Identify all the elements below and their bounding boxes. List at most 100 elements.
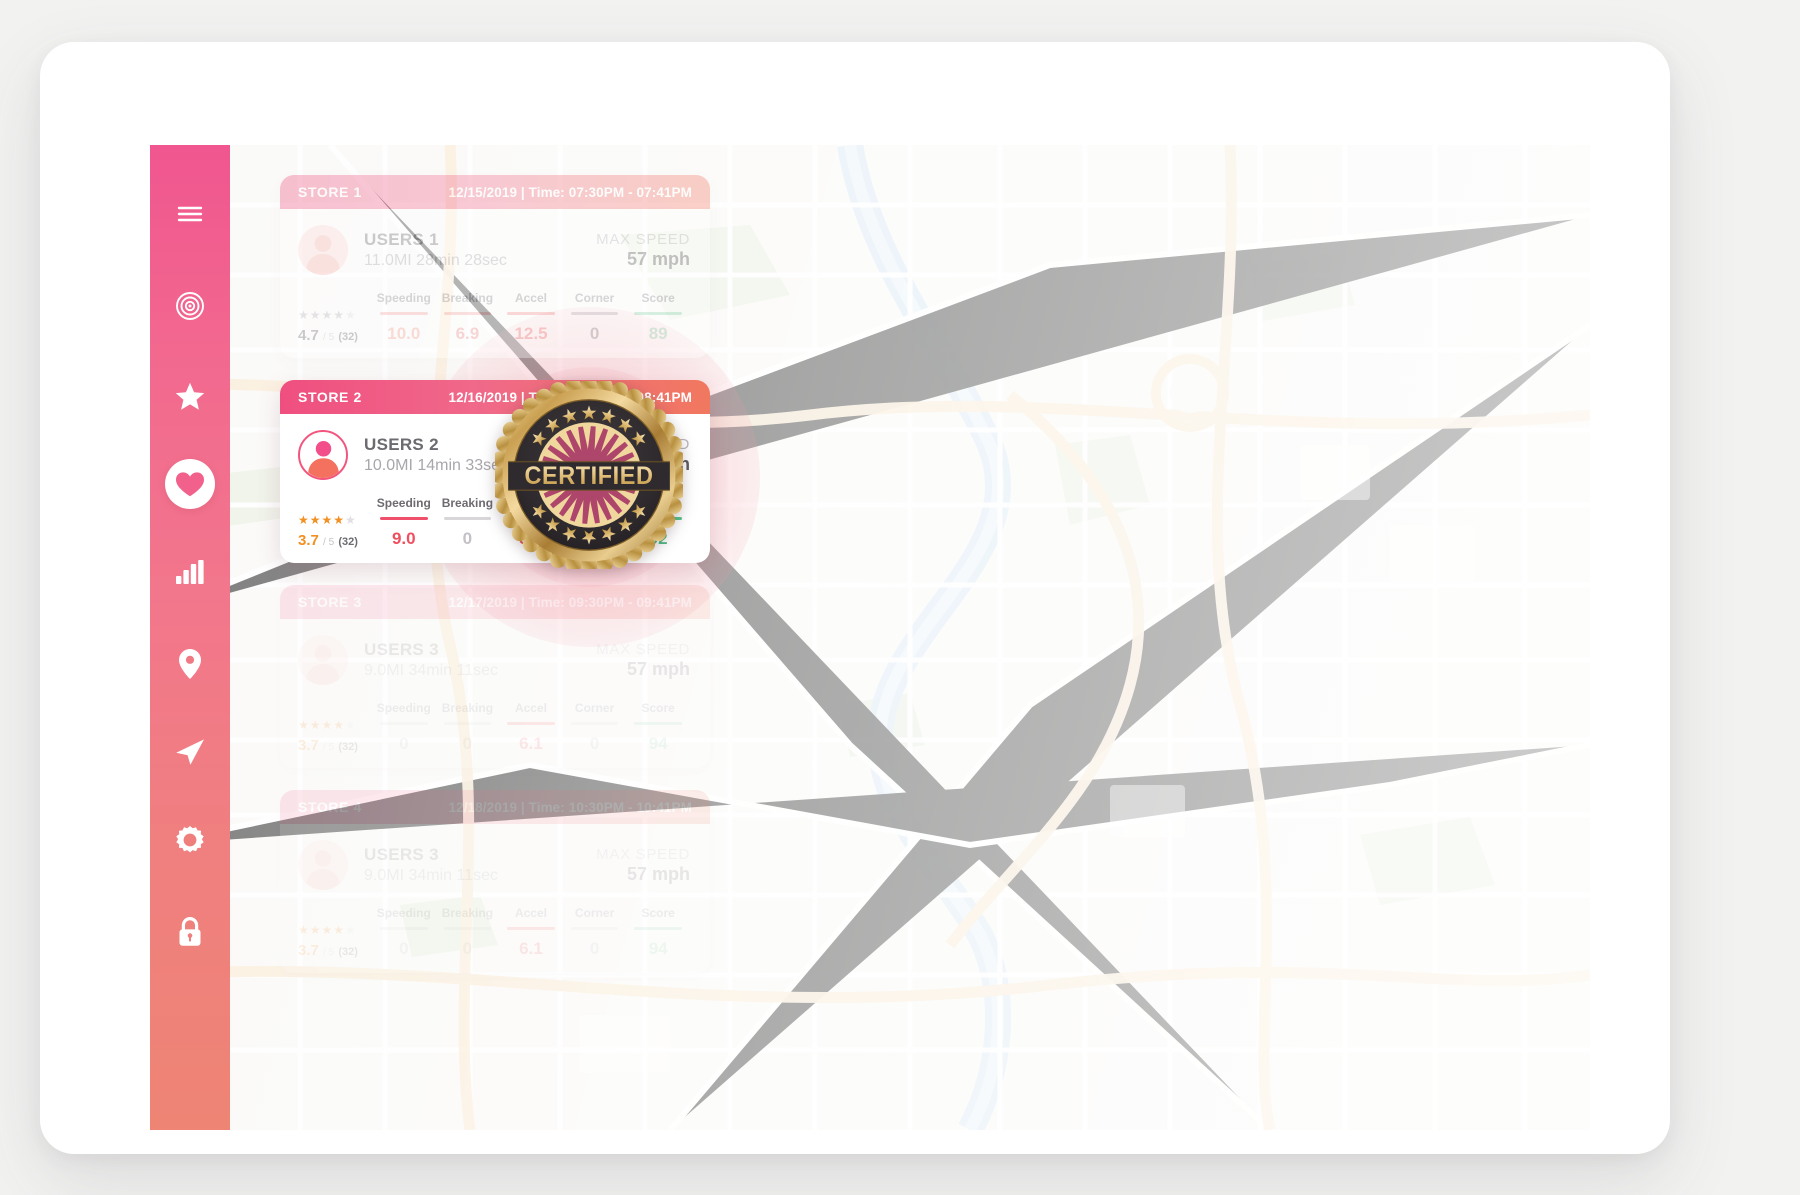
avatar <box>298 430 348 480</box>
star-rating-icon: ★★★★★ <box>298 718 357 732</box>
max-speed-block: MAX SPEED 57 mph <box>596 641 690 680</box>
trip-datetime: 12/15/2019 | Time: 07:30PM - 07:41PM <box>448 184 692 200</box>
metric-bar <box>380 722 428 725</box>
store-label: STORE 1 <box>298 184 362 200</box>
gear-icon <box>176 826 204 854</box>
metric-value: 6.1 <box>519 939 543 958</box>
rating-block: ★★★★★ 3.7 / 5 (32) <box>298 514 372 549</box>
metric-speeding: Speeding 10.0 <box>372 291 436 344</box>
trip-card[interactable]: STORE 3 12/17/2019 | Time: 09:30PM - 09:… <box>280 585 710 768</box>
max-speed-value: 57 mph <box>626 248 690 269</box>
rating-number: 3.7 <box>298 532 319 549</box>
sidebar-item-settings[interactable] <box>150 801 230 879</box>
metric-bar <box>443 927 492 930</box>
metric-label: Speeding <box>376 291 431 305</box>
metric-value: 0 <box>462 939 473 958</box>
metric-bar <box>380 927 428 930</box>
sidebar-item-locations[interactable] <box>150 625 230 703</box>
rating-out-of: / 5 <box>323 947 335 958</box>
metric-label: Speeding <box>376 496 431 510</box>
card-body: USERS 3 9.0MI 34min 11sec MAX SPEED 57 m… <box>280 824 710 973</box>
user-name: USERS 3 <box>364 845 439 864</box>
metric-bar <box>634 927 682 930</box>
rating-block: ★★★★★ 4.7 / 5 (32) <box>298 309 372 344</box>
user-info: USERS 3 9.0MI 34min 11sec <box>364 845 498 885</box>
rating-value: 3.7 / 5 (32) <box>298 737 372 754</box>
certified-badge: CERTIFIED <box>490 376 688 574</box>
metric-score: Score 94 <box>626 906 690 959</box>
trip-card[interactable]: STORE 4 12/18/2019 | Time: 10:30PM - 10:… <box>280 790 710 973</box>
star-rating-icon: ★★★★★ <box>298 513 357 527</box>
trip-datetime: 12/17/2019 | Time: 09:30PM - 09:41PM <box>448 594 692 610</box>
rating-out-of: / 5 <box>323 537 335 548</box>
rating-number: 4.7 <box>298 327 319 344</box>
metric-accel: Accel 6.1 <box>499 906 563 959</box>
card-summary-row: USERS 3 9.0MI 34min 11sec MAX SPEED 57 m… <box>298 635 690 685</box>
user-name: USERS 2 <box>364 435 439 454</box>
rating-number: 3.7 <box>298 737 319 754</box>
rating-block: ★★★★★ 3.7 / 5 (32) <box>298 924 372 959</box>
metric-bar <box>507 312 555 315</box>
metric-label: Accel <box>514 701 547 715</box>
sidebar-item-target[interactable] <box>150 267 230 345</box>
card-header: STORE 1 12/15/2019 | Time: 07:30PM - 07:… <box>280 175 710 209</box>
user-name: USERS 3 <box>364 640 439 659</box>
metric-speeding: Speeding 0 <box>372 906 436 959</box>
rating-number: 3.7 <box>298 942 319 959</box>
metric-label: Accel <box>514 906 547 920</box>
store-label: STORE 2 <box>298 389 362 405</box>
sidebar-item-favorites[interactable] <box>150 357 230 435</box>
metric-value: 0 <box>589 734 600 753</box>
metric-label: Speeding <box>376 906 431 920</box>
sidebar-item-navigate[interactable] <box>150 713 230 791</box>
metric-bar <box>570 927 619 930</box>
card-summary-row: USERS 1 11.0MI 28min 28sec MAX SPEED 57 … <box>298 225 690 275</box>
metric-speeding: Speeding 9.0 <box>372 496 436 549</box>
metric-value: 9.0 <box>391 529 416 548</box>
rating-count: (32) <box>338 536 358 548</box>
star-rating-icon: ★★★★★ <box>298 923 357 937</box>
sidebar-item-security[interactable] <box>150 893 230 971</box>
metric-bar <box>443 312 492 315</box>
trip-distance-duration: 9.0MI 34min 11sec <box>364 867 498 884</box>
metric-label: Corner <box>574 906 615 920</box>
sidebar-navigation <box>150 145 230 1130</box>
card-body: USERS 1 11.0MI 28min 28sec MAX SPEED 57 … <box>280 209 710 358</box>
max-speed-value: 57 mph <box>626 863 690 884</box>
user-info: USERS 1 11.0MI 28min 28sec <box>364 230 507 270</box>
metric-value: 0 <box>462 734 473 753</box>
rating-count: (32) <box>338 331 358 343</box>
user-name: USERS 1 <box>364 230 439 249</box>
store-label: STORE 4 <box>298 799 362 815</box>
trip-distance-duration: 9.0MI 34min 11sec <box>364 662 498 679</box>
metric-corner: Corner 0 <box>563 291 627 344</box>
sidebar-item-likes[interactable] <box>150 445 230 523</box>
card-header: STORE 4 12/18/2019 | Time: 10:30PM - 10:… <box>280 790 710 824</box>
metric-accel: Accel 6.1 <box>499 701 563 754</box>
max-speed-label: MAX SPEED <box>596 845 690 863</box>
device-frame: STORE 1 12/15/2019 | Time: 07:30PM - 07:… <box>40 42 1670 1154</box>
trip-card[interactable]: STORE 1 12/15/2019 | Time: 07:30PM - 07:… <box>280 175 710 358</box>
hamburger-menu-icon <box>177 205 203 223</box>
card-metrics-row: ★★★★★ 3.7 / 5 (32) Speeding 0 Breaking 0… <box>298 906 690 959</box>
metric-value: 0 <box>462 529 473 548</box>
sidebar-item-statistics[interactable] <box>150 533 230 611</box>
trip-distance-duration: 11.0MI 28min 28sec <box>364 252 507 269</box>
metric-value: 6.1 <box>519 734 543 753</box>
metric-value: 0 <box>589 939 600 958</box>
max-speed-block: MAX SPEED 57 mph <box>596 231 690 270</box>
metric-bar <box>570 312 619 315</box>
sidebar-item-menu[interactable] <box>150 175 230 253</box>
metric-breaking: Breaking 0 <box>436 906 500 959</box>
bar-chart-icon <box>176 560 204 584</box>
metric-label: Corner <box>574 291 615 305</box>
metric-bar <box>380 517 428 520</box>
metric-label: Score <box>641 701 675 715</box>
metric-label: Score <box>641 291 675 305</box>
metric-value: 0 <box>399 734 409 753</box>
metric-bar <box>634 312 682 315</box>
metric-label: Corner <box>574 701 615 715</box>
metric-bar <box>507 722 555 725</box>
card-metrics-row: ★★★★★ 4.7 / 5 (32) Speeding 10.0 Breakin… <box>298 291 690 344</box>
metric-score: Score 89 <box>626 291 690 344</box>
